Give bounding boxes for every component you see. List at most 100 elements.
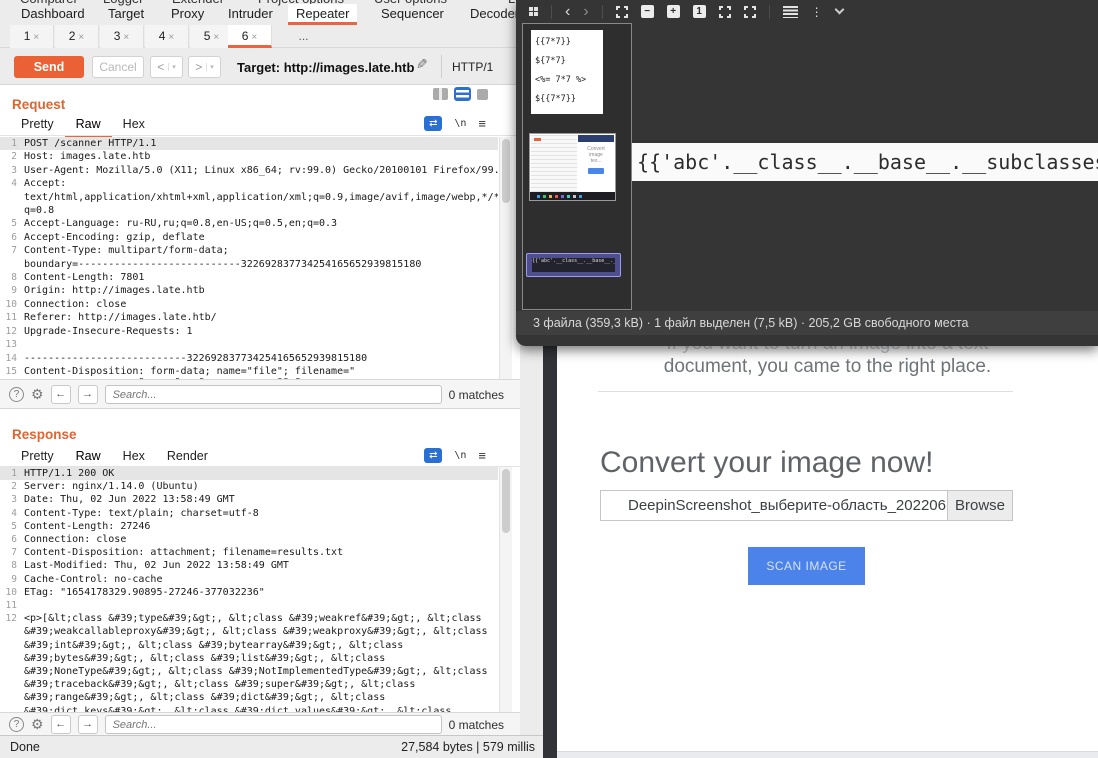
repeater-tab[interactable]: 3× xyxy=(100,25,144,48)
gear-icon[interactable]: ⚙ xyxy=(31,387,44,402)
sync-icon[interactable]: ⇄ xyxy=(424,448,442,463)
line-text: Last-Modified: Thu, 02 Jun 2022 13:58:49… xyxy=(24,559,289,572)
edit-pencil-icon[interactable]: ✎ xyxy=(416,56,428,73)
line-text: Referer: http://images.late.htb/ xyxy=(24,311,217,324)
editor-tab-label: Pretty xyxy=(21,449,54,463)
request-raw-view[interactable]: 1POST /scanner HTTP/1.12Host: images.lat… xyxy=(0,137,498,379)
columns-layout-icon[interactable] xyxy=(433,88,448,100)
line-number: 8 xyxy=(0,271,24,284)
help-icon[interactable]: ? xyxy=(9,387,24,402)
newline-toggle-icon[interactable]: \n xyxy=(454,450,466,461)
line-text: Host: images.late.htb xyxy=(24,150,150,163)
code-line: 2Server: nginx/1.14.0 (Ubuntu) xyxy=(0,480,498,493)
code-line: 8Content-Length: 7801 xyxy=(0,271,498,284)
repeater-tab[interactable]: 1× xyxy=(10,25,54,48)
gear-icon[interactable]: ⚙ xyxy=(31,717,44,732)
close-icon[interactable]: × xyxy=(78,32,84,43)
thumbnail-ssti-payloads[interactable]: {{7*7}}${7*7}<%= 7*7 %>${{7*7}} xyxy=(531,30,603,114)
file-upload-field[interactable]: DeepinScreenshot_выберите-область_202206… xyxy=(600,490,1013,521)
code-line: 12<p>[&lt;class &#39;type&#39;&gt;, &lt;… xyxy=(0,612,498,712)
burp-module-tab[interactable]: Sequencer xyxy=(373,4,452,25)
repeater-tab[interactable]: 2× xyxy=(55,25,99,48)
list-view-icon[interactable] xyxy=(783,6,798,18)
burp-module-tab[interactable]: Proxy xyxy=(163,4,212,25)
burp-module-tab[interactable]: Target xyxy=(100,4,152,25)
single-layout-icon[interactable] xyxy=(477,89,488,100)
thumbnail-webpage-area: Convert image tex... xyxy=(578,135,614,192)
code-line: 15Content-Disposition: form-data; name="… xyxy=(0,365,498,378)
line-text: Date: Thu, 02 Jun 2022 13:58:49 GMT xyxy=(24,493,235,506)
editor-tab[interactable]: Pretty xyxy=(10,115,65,137)
editor-tab[interactable]: Raw xyxy=(65,115,112,137)
match-count: 0 matches xyxy=(449,388,504,402)
sync-icon[interactable]: ⇄ xyxy=(424,116,442,131)
next-match-button[interactable]: → xyxy=(78,385,98,404)
editor-tab[interactable]: Hex xyxy=(112,115,156,137)
rows-layout-icon[interactable] xyxy=(455,88,470,100)
chevron-down-icon[interactable] xyxy=(834,5,844,15)
previous-image-icon[interactable]: ‹ xyxy=(565,5,570,19)
zoom-actual-size-icon[interactable]: 1 xyxy=(693,5,706,18)
line-text: Content-Type: text/plain; charset=utf-8 xyxy=(24,507,259,520)
line-number: 14 xyxy=(0,352,24,365)
editor-menu-icon[interactable]: ≡ xyxy=(478,448,486,463)
response-scrollbar[interactable] xyxy=(499,467,512,712)
page-bottom-strip xyxy=(557,751,1098,758)
line-text: Origin: http://images.late.htb xyxy=(24,284,205,297)
help-icon[interactable]: ? xyxy=(9,717,24,732)
more-options-icon[interactable]: ⋮ xyxy=(811,6,823,18)
burp-module-tab[interactable]: Repeater xyxy=(288,4,357,25)
desktop: ComparerLoggerExtenderProject optionsUse… xyxy=(0,0,1098,758)
search-input[interactable] xyxy=(105,385,442,404)
repeater-tab[interactable]: 6× xyxy=(228,25,272,48)
repeater-tab[interactable]: 4× xyxy=(145,25,189,48)
code-line: 12Upgrade-Insecure-Requests: 1 xyxy=(0,325,498,338)
response-raw-view[interactable]: 1HTTP/1.1 200 OK2Server: nginx/1.14.0 (U… xyxy=(0,467,498,712)
image-viewer[interactable]: {{'abc'.__class__.__base__.__subclasses_… xyxy=(632,143,1098,181)
line-number: 9 xyxy=(0,573,24,586)
close-icon[interactable]: × xyxy=(123,32,129,43)
history-forward-button[interactable]: > ▾ xyxy=(188,56,221,78)
grid-view-icon[interactable] xyxy=(529,7,533,11)
request-panel: Request PrettyRawHex ⇄ \n ≡ 1POST /scann… xyxy=(0,84,520,408)
chevron-down-icon[interactable]: ▾ xyxy=(168,63,176,71)
zoom-out-icon[interactable]: − xyxy=(641,5,654,18)
response-search-bar: ? ⚙ ← → 0 matches xyxy=(0,712,520,736)
history-back-button[interactable]: < ▾ xyxy=(150,56,183,78)
scrollbar-thumb[interactable] xyxy=(502,139,510,203)
cancel-button[interactable]: Cancel xyxy=(92,56,144,78)
zoom-fit-icon[interactable] xyxy=(616,6,628,18)
scan-image-button[interactable]: SCAN IMAGE xyxy=(748,547,865,585)
browse-button[interactable]: Browse xyxy=(947,491,1012,520)
line-text: Content-Disposition: form-data; name="fi… xyxy=(24,365,355,378)
repeater-tab[interactable]: ... xyxy=(283,25,327,48)
request-scrollbar[interactable] xyxy=(499,137,512,379)
search-input[interactable] xyxy=(105,715,442,734)
thumbnail-payload-strip: {{'abc'.__class__.__base__.__subclasses_… xyxy=(532,258,615,272)
close-icon[interactable]: × xyxy=(168,32,174,43)
zoom-in-icon[interactable]: + xyxy=(667,5,680,18)
send-button[interactable]: Send xyxy=(14,56,84,78)
close-icon[interactable]: × xyxy=(251,32,257,43)
burp-module-tab[interactable]: Dashboard xyxy=(13,4,93,25)
thumbnail-header-band xyxy=(578,135,614,142)
thumbnail-taskbar xyxy=(530,192,615,200)
prev-match-button[interactable]: ← xyxy=(51,385,71,404)
newline-toggle-icon[interactable]: \n xyxy=(454,118,466,129)
fullscreen-icon[interactable] xyxy=(744,6,756,18)
burp-module-tab[interactable]: Intruder xyxy=(220,4,281,25)
prev-match-button[interactable]: ← xyxy=(51,715,71,734)
http-version-selector[interactable]: HTTP/1 xyxy=(452,60,493,74)
next-image-icon[interactable]: › xyxy=(583,5,588,19)
next-match-button[interactable]: → xyxy=(78,715,98,734)
thumbnail-screenshot[interactable]: Convert image tex... xyxy=(529,133,616,201)
close-icon[interactable]: × xyxy=(213,32,219,43)
scrollbar-thumb[interactable] xyxy=(502,469,510,533)
thumbnail-selected-payload-image[interactable]: {{'abc'.__class__.__base__.__subclasses_… xyxy=(526,253,621,277)
close-icon[interactable]: × xyxy=(33,32,39,43)
fit-width-icon[interactable] xyxy=(719,6,731,18)
chevron-down-icon[interactable]: ▾ xyxy=(206,63,214,71)
line-text: Accept-Language: ru-RU,ru;q=0.8,en-US;q=… xyxy=(24,217,337,230)
selected-file-name: DeepinScreenshot_выберите-область_202206… xyxy=(628,491,946,520)
editor-menu-icon[interactable]: ≡ xyxy=(478,116,486,131)
